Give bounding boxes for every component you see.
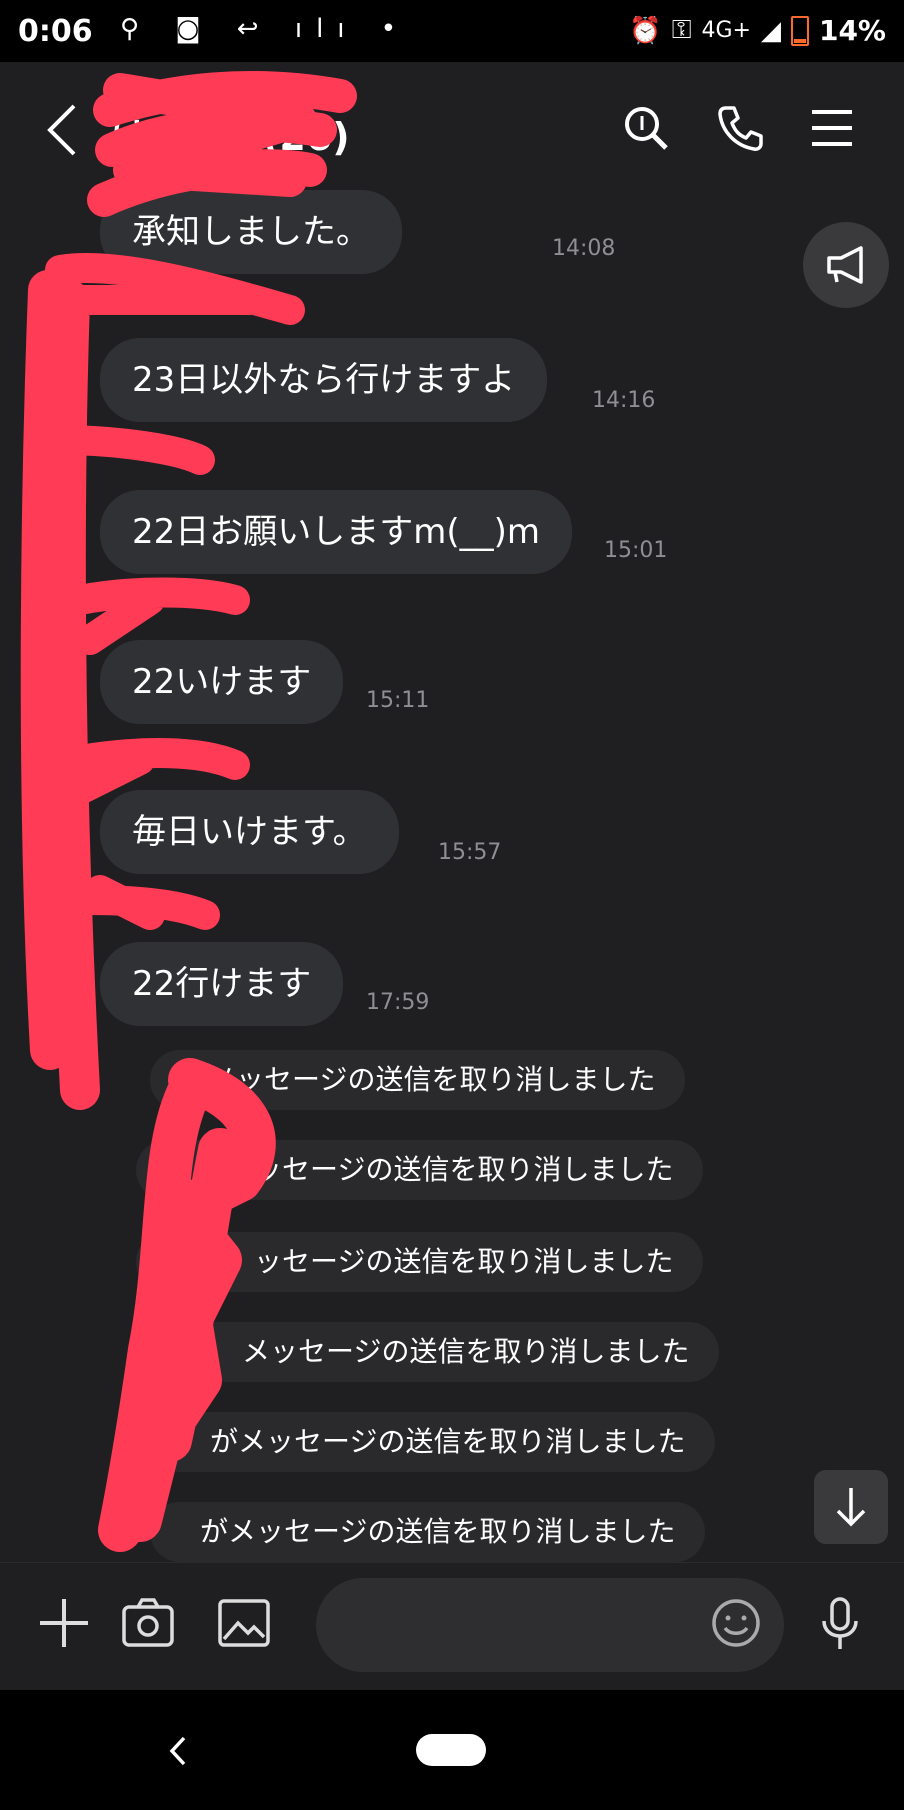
message-bubble[interactable]: 承知しました。 xyxy=(100,190,402,274)
phone-icon[interactable] xyxy=(712,100,768,156)
unsend-notice: ッセージの送信を取り消しました xyxy=(136,1140,704,1200)
chat-title: は愛好家(26) xyxy=(110,115,350,159)
battery-percent: 14% xyxy=(818,14,886,47)
message-time: 15:11 xyxy=(366,688,430,713)
unsend-notice: がメッセージの送信を取り消しました xyxy=(150,1050,686,1110)
unsend-notice: がメッセージの送信を取り消しました xyxy=(150,1502,706,1562)
menu-icon[interactable] xyxy=(804,100,860,156)
network-label: 4G+ xyxy=(701,18,751,43)
message-bubble[interactable]: 22いけます xyxy=(100,640,344,724)
emoji-icon[interactable] xyxy=(706,1593,766,1653)
message-bubble[interactable]: 毎日いけます。 xyxy=(100,790,399,874)
message-time: 15:01 xyxy=(604,538,668,563)
nav-back-icon[interactable] xyxy=(160,1728,196,1774)
arrow-down-icon xyxy=(836,1488,866,1527)
key-icon: ⚿ xyxy=(671,15,692,45)
scroll-down-button[interactable] xyxy=(814,1470,888,1544)
search-icon[interactable] xyxy=(618,100,674,156)
signal-icon: ◢ xyxy=(760,15,781,46)
unsend-notice: メッセージの送信を取り消しました xyxy=(150,1322,720,1382)
message-bubble[interactable]: 22行けます xyxy=(100,942,344,1026)
nav-home-pill[interactable] xyxy=(416,1734,486,1766)
message-time: 15:57 xyxy=(438,840,502,865)
alarm-icon: ⏰ xyxy=(629,15,662,46)
message-time: 14:08 xyxy=(552,236,616,261)
camera-icon[interactable] xyxy=(118,1593,178,1653)
message-time: 14:16 xyxy=(592,388,656,413)
announcement-button[interactable] xyxy=(803,222,889,308)
status-time: 0:06 xyxy=(18,14,93,49)
back-icon[interactable] xyxy=(42,100,82,160)
image-icon[interactable] xyxy=(214,1593,274,1653)
message-time: 17:59 xyxy=(366,990,430,1015)
megaphone-icon xyxy=(827,246,863,284)
status-right: ⏰ ⚿ 4G+ ◢ 14% xyxy=(629,14,886,47)
battery-icon xyxy=(790,15,809,46)
notification-icons: ⚲ ◙ ↩ ılı • xyxy=(120,14,411,44)
status-bar: 0:06 ⚲ ◙ ↩ ılı • ⏰ ⚿ 4G+ ◢ 14% xyxy=(0,0,904,62)
message-bubble[interactable]: 23日以外なら行けますよ xyxy=(100,338,548,422)
unsend-notice: ッセージの送信を取り消しました xyxy=(136,1232,704,1292)
message-bubble[interactable]: 22日お願いしますm(__)m xyxy=(100,490,573,574)
plus-icon[interactable] xyxy=(34,1593,94,1653)
unsend-notice: がメッセージの送信を取り消しました xyxy=(150,1412,716,1472)
microphone-icon[interactable] xyxy=(810,1593,870,1653)
